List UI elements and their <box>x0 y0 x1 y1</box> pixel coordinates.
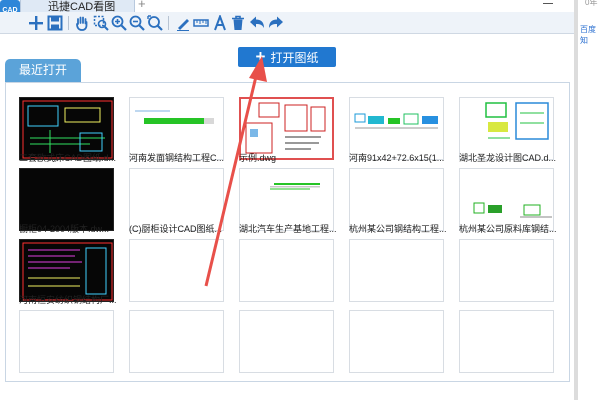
side-link-fragment[interactable]: 百度知 <box>580 24 600 46</box>
file-name[interactable]: 杭州某公司原料库钢结... <box>459 222 563 235</box>
file-name[interactable]: (C)厨柜设计CAD图纸... <box>129 222 233 235</box>
empty-file-slot <box>349 239 444 302</box>
tab-document[interactable]: 迅捷CAD看图 <box>20 0 135 13</box>
window-divider <box>574 0 578 400</box>
empty-file-slot <box>459 239 554 302</box>
empty-file-slot <box>459 310 554 373</box>
toolbar-divider <box>168 16 169 30</box>
empty-file-slot <box>239 239 334 302</box>
file-name[interactable]: 橱柜04-2004版本.dw... <box>19 222 123 235</box>
text-icon[interactable] <box>212 15 228 31</box>
file-name[interactable]: 河南91x42+72.6x15(1... <box>349 151 453 164</box>
file-name[interactable]: 湖北汽车生产基地工程... <box>239 222 343 235</box>
file-name[interactable]: 湖北圣龙设计图CAD.d... <box>459 151 563 164</box>
new-tab-button[interactable]: + <box>138 0 146 11</box>
title-bar: CAD 迅捷CAD看图 + <box>0 0 600 22</box>
file-name[interactable]: 二套欧式床CAD图纸.d... <box>19 151 123 164</box>
toolbar-divider <box>68 16 69 30</box>
open-drawing-button[interactable]: + 打开图纸 <box>238 47 336 67</box>
side-text-fragment: 0年 <box>585 0 598 7</box>
add-icon[interactable] <box>28 15 44 31</box>
empty-file-slot <box>19 310 114 373</box>
empty-file-slot <box>129 310 224 373</box>
file-name[interactable]: 河南恒安纺织钢结构厂... <box>19 293 123 306</box>
measure-icon[interactable] <box>193 15 209 31</box>
zoom-extents-icon[interactable] <box>147 15 163 31</box>
save-icon[interactable] <box>47 15 63 31</box>
empty-file-slot <box>239 310 334 373</box>
pan-hand-icon[interactable] <box>74 15 90 31</box>
file-name[interactable]: 杭州某公司钢结构工程... <box>349 222 453 235</box>
pencil-icon[interactable] <box>175 15 191 31</box>
minimize-icon[interactable] <box>543 3 553 4</box>
zoom-window-icon[interactable] <box>93 15 109 31</box>
undo-icon[interactable] <box>249 15 265 31</box>
tab-recent-files[interactable]: 最近打开 <box>5 59 81 82</box>
zoom-out-icon[interactable] <box>129 15 145 31</box>
open-drawing-label: 打开图纸 <box>270 50 319 65</box>
empty-file-slot <box>129 239 224 302</box>
empty-file-slot <box>349 310 444 373</box>
file-name[interactable]: 河南发面钢结构工程C... <box>129 151 233 164</box>
file-name[interactable]: 示例.dwg <box>239 151 343 164</box>
plus-icon: + <box>255 47 266 66</box>
redo-icon[interactable] <box>268 15 284 31</box>
zoom-in-icon[interactable] <box>111 15 127 31</box>
delete-icon[interactable] <box>230 15 246 31</box>
